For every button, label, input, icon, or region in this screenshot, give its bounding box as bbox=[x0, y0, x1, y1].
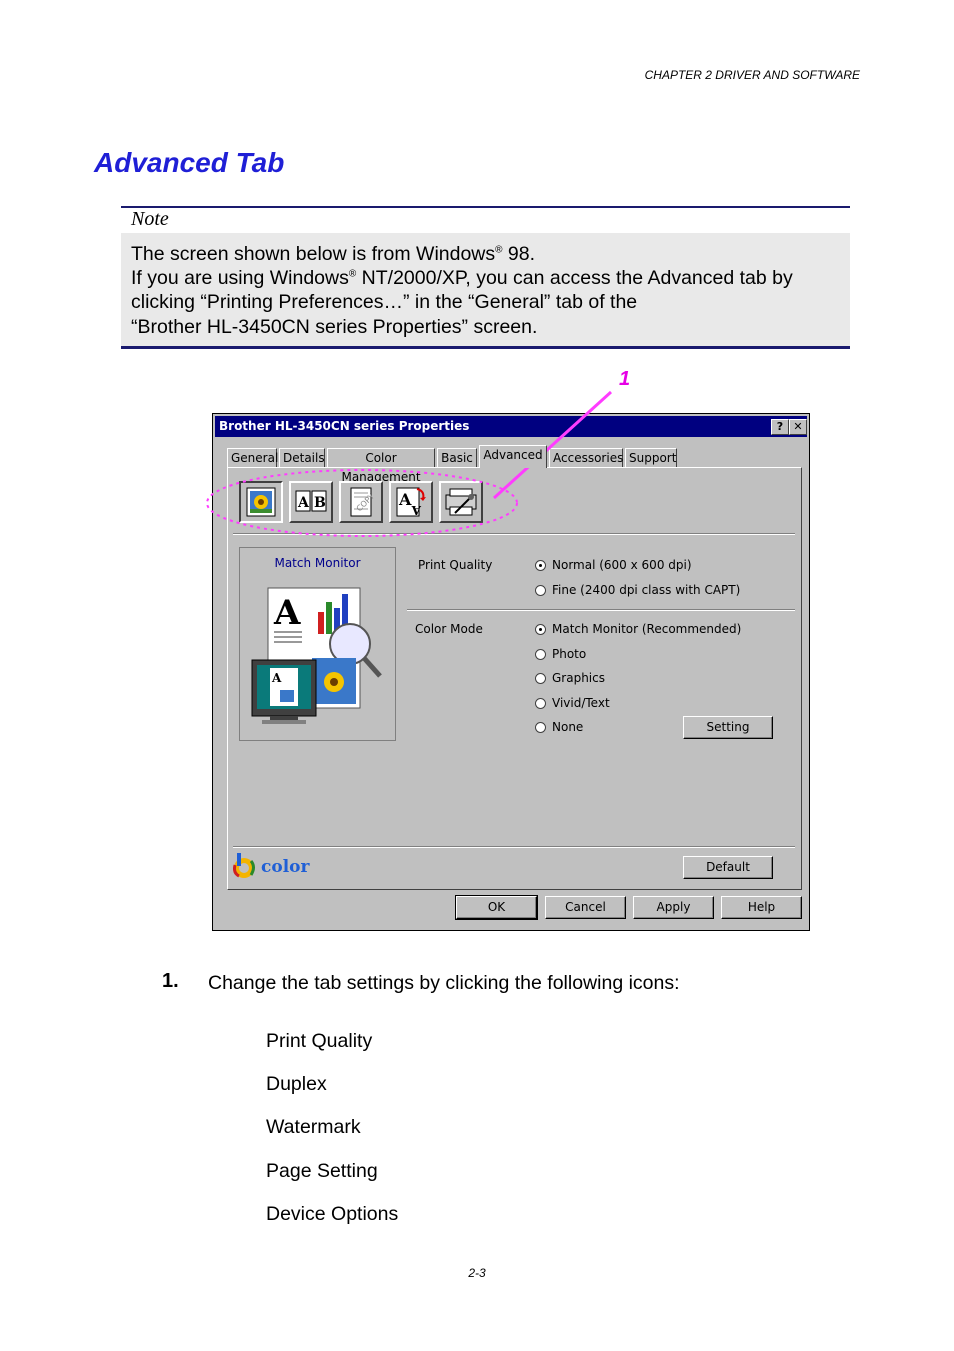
page-setting-icon: A A bbox=[396, 487, 426, 517]
color-logo-icon bbox=[233, 853, 255, 878]
print-quality-label: Print Quality bbox=[418, 558, 493, 572]
note-line-3: clicking “Printing Preferences…” in the … bbox=[131, 291, 638, 313]
section-title: Advanced Tab bbox=[94, 147, 285, 178]
quality-option-fine[interactable]: Fine (2400 dpi class with CAPT) bbox=[552, 583, 740, 597]
svg-text:B: B bbox=[314, 495, 326, 511]
svg-text:A: A bbox=[411, 503, 422, 517]
list-item-page-setting: Page Setting bbox=[266, 1160, 378, 1182]
svg-text:A: A bbox=[398, 490, 412, 509]
bottom-divider bbox=[233, 846, 795, 848]
note-line-2: If you are using Windows® NT/2000/XP, yo… bbox=[131, 267, 793, 289]
quality-option-normal[interactable]: Normal (600 x 600 dpi) bbox=[552, 558, 692, 572]
color-option-match-monitor[interactable]: Match Monitor (Recommended) bbox=[552, 622, 741, 636]
tab-advanced[interactable]: Advanced bbox=[479, 445, 547, 468]
radio-normal[interactable] bbox=[535, 560, 546, 571]
ok-button[interactable]: OK bbox=[455, 895, 538, 920]
chapter-header: CHAPTER 2 DRIVER AND SOFTWARE bbox=[644, 68, 860, 82]
duplex-icon: A B bbox=[295, 490, 327, 512]
page-setting-button[interactable]: A A bbox=[389, 481, 433, 523]
options-divider bbox=[407, 609, 795, 611]
list-item-watermark: Watermark bbox=[266, 1116, 361, 1138]
radio-match-monitor[interactable] bbox=[535, 624, 546, 635]
device-options-button[interactable] bbox=[439, 481, 483, 523]
radio-fine[interactable] bbox=[535, 585, 546, 596]
svg-text:A: A bbox=[297, 495, 310, 511]
radio-none[interactable] bbox=[535, 722, 546, 733]
step-text: Change the tab settings by clicking the … bbox=[208, 972, 680, 994]
watermark-button[interactable]: COPY bbox=[339, 481, 383, 523]
color-logo-text: color bbox=[261, 857, 310, 877]
radio-vivid-text[interactable] bbox=[535, 698, 546, 709]
list-item-print-quality: Print Quality bbox=[266, 1030, 373, 1052]
setting-button[interactable]: Setting bbox=[683, 716, 773, 739]
print-quality-button[interactable] bbox=[239, 481, 283, 523]
apply-button[interactable]: Apply bbox=[633, 896, 714, 919]
color-option-graphics[interactable]: Graphics bbox=[552, 671, 605, 685]
color-option-vivid-text[interactable]: Vivid/Text bbox=[552, 696, 610, 710]
tab-support[interactable]: Support bbox=[625, 448, 677, 467]
preview-label: Match Monitor bbox=[274, 556, 361, 570]
device-options-icon bbox=[445, 488, 477, 516]
tab-details[interactable]: Details bbox=[279, 448, 325, 467]
tab-basic[interactable]: Basic bbox=[437, 448, 477, 467]
dialog-titlebar: Brother HL-3450CN series Properties ? ✕ bbox=[215, 416, 807, 437]
page-number: 2-3 bbox=[468, 1266, 486, 1280]
help-icon[interactable]: ? bbox=[771, 419, 789, 435]
watermark-icon: COPY bbox=[350, 487, 376, 517]
dialog-title: Brother HL-3450CN series Properties bbox=[219, 419, 470, 433]
color-option-photo[interactable]: Photo bbox=[552, 647, 586, 661]
help-button[interactable]: Help bbox=[721, 896, 802, 919]
toolbar-divider bbox=[233, 533, 795, 535]
callout-number: 1 bbox=[619, 368, 631, 390]
radio-photo[interactable] bbox=[535, 649, 546, 660]
note-top-rule bbox=[121, 206, 850, 208]
note-label: Note bbox=[131, 208, 169, 230]
cancel-button[interactable]: Cancel bbox=[545, 896, 626, 919]
note-line-1: The screen shown below is from Windows® … bbox=[131, 243, 536, 265]
radio-graphics[interactable] bbox=[535, 673, 546, 684]
tab-accessories[interactable]: Accessories bbox=[549, 448, 623, 467]
tab-general[interactable]: General bbox=[227, 448, 278, 467]
print-quality-icon bbox=[246, 487, 276, 517]
close-icon[interactable]: ✕ bbox=[789, 419, 807, 435]
preview-box: Match Monitor A A bbox=[239, 547, 396, 741]
list-item-duplex: Duplex bbox=[266, 1073, 327, 1095]
step-number: 1. bbox=[162, 970, 179, 992]
tab-color-management[interactable]: Color Management bbox=[327, 448, 435, 484]
svg-text:A: A bbox=[273, 593, 301, 633]
color-mode-label: Color Mode bbox=[415, 622, 483, 636]
duplex-button[interactable]: A B bbox=[289, 481, 333, 523]
properties-dialog: Brother HL-3450CN series Properties ? ✕ … bbox=[212, 413, 810, 931]
svg-text:A: A bbox=[271, 671, 282, 685]
note-line-4: “Brother HL-3450CN series Properties” sc… bbox=[131, 316, 538, 338]
list-item-device-options: Device Options bbox=[266, 1203, 399, 1225]
color-option-none[interactable]: None bbox=[552, 720, 583, 734]
default-button[interactable]: Default bbox=[683, 856, 773, 879]
preview-illustration: A A bbox=[251, 587, 382, 724]
